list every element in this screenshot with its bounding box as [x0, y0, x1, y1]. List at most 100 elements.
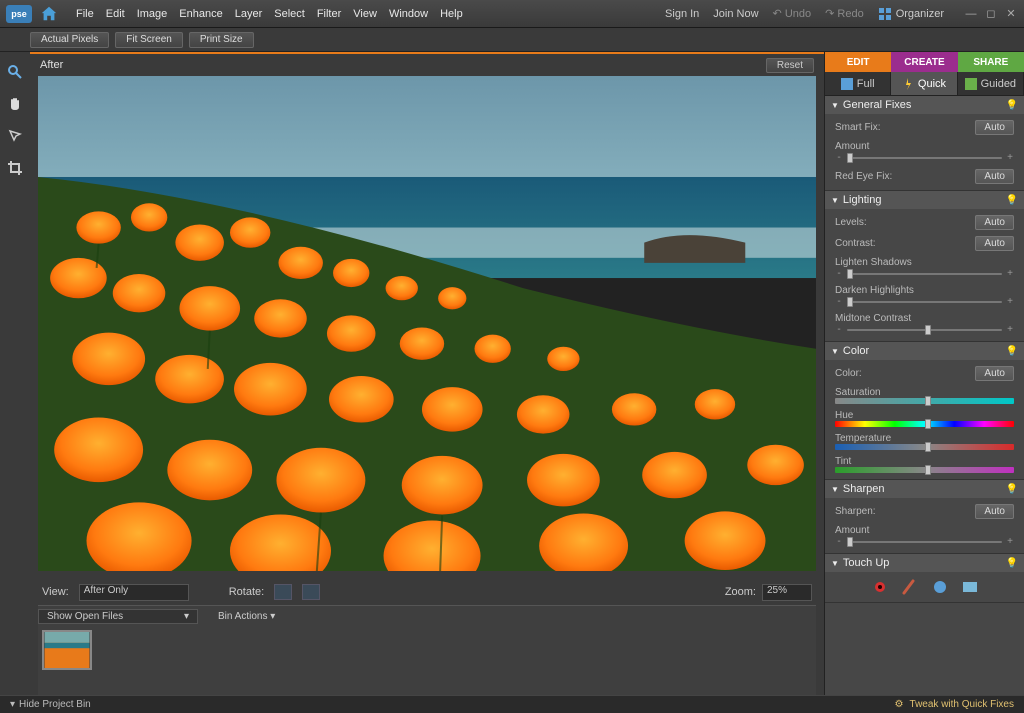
midtone-slider[interactable]: -+: [835, 324, 1014, 335]
color-label: Color:: [835, 368, 905, 379]
after-label: After: [40, 59, 63, 71]
maximize-button[interactable]: ◻: [984, 8, 998, 20]
sub-tab-guided[interactable]: Guided: [958, 72, 1024, 95]
redo-button[interactable]: ↷ Redo: [825, 7, 864, 20]
red-eye-label: Red Eye Fix:: [835, 171, 905, 182]
tip-icon[interactable]: 💡: [1006, 484, 1018, 495]
menu-filter[interactable]: Filter: [317, 8, 341, 20]
darken-slider[interactable]: -+: [835, 296, 1014, 307]
hue-slider[interactable]: [835, 421, 1014, 427]
panel-lighting: ▼Lighting💡 Levels:Auto Contrast:Auto Lig…: [825, 191, 1024, 342]
whiten-teeth-tool-icon[interactable]: [901, 578, 919, 596]
rotate-ccw-button[interactable]: [274, 584, 292, 600]
status-tip: Tweak with Quick Fixes: [910, 699, 1014, 710]
home-icon[interactable]: [38, 3, 60, 25]
menubar: pse File Edit Image Enhance Layer Select…: [0, 0, 1024, 28]
red-eye-tool-icon[interactable]: [871, 578, 889, 596]
lighten-slider[interactable]: -+: [835, 268, 1014, 279]
contrast-label: Contrast:: [835, 238, 905, 249]
midtone-label: Midtone Contrast: [835, 313, 911, 324]
hide-project-bin[interactable]: Hide Project Bin: [19, 699, 91, 710]
view-select[interactable]: After Only: [79, 584, 189, 601]
tip-icon[interactable]: 💡: [1006, 346, 1018, 357]
black-white-tool-icon[interactable]: [961, 578, 979, 596]
temperature-label: Temperature: [835, 433, 891, 444]
crop-tool-icon[interactable]: [5, 158, 25, 178]
gear-icon[interactable]: ⚙: [895, 699, 904, 710]
panel-head-sharpen[interactable]: ▼Sharpen💡: [825, 480, 1024, 498]
organizer-button[interactable]: Organizer: [878, 7, 944, 21]
panel-head-general[interactable]: ▼General Fixes💡: [825, 96, 1024, 114]
zoom-select[interactable]: 25%: [762, 584, 812, 601]
menu-select[interactable]: Select: [274, 8, 305, 20]
sub-tab-quick[interactable]: Quick: [891, 72, 957, 95]
hand-tool-icon[interactable]: [5, 94, 25, 114]
contrast-auto-button[interactable]: Auto: [975, 236, 1014, 251]
darken-label: Darken Highlights: [835, 285, 914, 296]
panel-head-touchup[interactable]: ▼Touch Up💡: [825, 554, 1024, 572]
project-bin: Show Open Files▾ Bin Actions ▾: [38, 605, 816, 695]
join-now-link[interactable]: Join Now: [713, 8, 758, 20]
image-viewport[interactable]: [38, 76, 816, 571]
panel-general-fixes: ▼General Fixes💡 Smart Fix:Auto Amount -+…: [825, 96, 1024, 191]
canvas-area: After Reset: [30, 52, 824, 695]
menu-image[interactable]: Image: [137, 8, 168, 20]
panel-touchup: ▼Touch Up💡: [825, 554, 1024, 603]
options-toolbar: Actual Pixels Fit Screen Print Size: [0, 28, 1024, 52]
reset-button[interactable]: Reset: [766, 58, 814, 73]
quick-select-tool-icon[interactable]: [5, 126, 25, 146]
bin-actions[interactable]: Bin Actions ▾: [218, 611, 275, 622]
tip-icon[interactable]: 💡: [1006, 558, 1018, 569]
levels-label: Levels:: [835, 217, 905, 228]
rotate-cw-button[interactable]: [302, 584, 320, 600]
temperature-slider[interactable]: [835, 444, 1014, 450]
smart-fix-amount-slider[interactable]: -+: [835, 152, 1014, 163]
tip-icon[interactable]: 💡: [1006, 195, 1018, 206]
mode-tab-create[interactable]: CREATE: [891, 52, 957, 72]
tip-icon[interactable]: 💡: [1006, 100, 1018, 111]
app-logo: pse: [6, 5, 32, 23]
menu-edit[interactable]: Edit: [106, 8, 125, 20]
sign-in-link[interactable]: Sign In: [665, 8, 699, 20]
zoom-tool-icon[interactable]: [5, 62, 25, 82]
mode-tab-share[interactable]: SHARE: [958, 52, 1024, 72]
menu-layer[interactable]: Layer: [235, 8, 263, 20]
panel-head-color[interactable]: ▼Color💡: [825, 342, 1024, 360]
print-size-button[interactable]: Print Size: [189, 32, 254, 48]
bin-filter-select[interactable]: Show Open Files▾: [38, 609, 198, 624]
bin-thumbnail[interactable]: [42, 630, 92, 670]
sharpen-amount-label: Amount: [835, 525, 869, 536]
tool-strip: [0, 52, 30, 695]
panel-color: ▼Color💡 Color: Auto Saturation Hue Temper…: [825, 342, 1024, 480]
panel-head-lighting[interactable]: ▼Lighting💡: [825, 191, 1024, 209]
red-eye-auto-button[interactable]: Auto: [975, 169, 1014, 184]
close-button[interactable]: ✕: [1004, 8, 1018, 20]
menu-help[interactable]: Help: [440, 8, 463, 20]
view-controls: View: After Only Rotate: Zoom: 25%: [30, 579, 824, 605]
menu-enhance[interactable]: Enhance: [179, 8, 222, 20]
saturation-slider[interactable]: [835, 398, 1014, 404]
sub-tab-full[interactable]: Full: [825, 72, 891, 95]
menu-view[interactable]: View: [353, 8, 377, 20]
blue-sky-tool-icon[interactable]: [931, 578, 949, 596]
smart-fix-auto-button[interactable]: Auto: [975, 120, 1014, 135]
fit-screen-button[interactable]: Fit Screen: [115, 32, 183, 48]
menu-file[interactable]: File: [76, 8, 94, 20]
tint-slider[interactable]: [835, 467, 1014, 473]
sharpen-label: Sharpen:: [835, 506, 905, 517]
zoom-label: Zoom:: [725, 586, 756, 598]
amount-label: Amount: [835, 141, 869, 152]
view-label: View:: [42, 586, 69, 598]
minimize-button[interactable]: —: [964, 8, 978, 20]
actual-pixels-button[interactable]: Actual Pixels: [30, 32, 109, 48]
saturation-label: Saturation: [835, 387, 881, 398]
sharpen-amount-slider[interactable]: -+: [835, 536, 1014, 547]
mode-tab-edit[interactable]: EDIT: [825, 52, 891, 72]
color-auto-button[interactable]: Auto: [975, 366, 1014, 381]
sharpen-auto-button[interactable]: Auto: [975, 504, 1014, 519]
undo-button[interactable]: ↶ Undo: [773, 7, 812, 20]
photo-content: [38, 76, 816, 571]
hue-label: Hue: [835, 410, 853, 421]
levels-auto-button[interactable]: Auto: [975, 215, 1014, 230]
menu-window[interactable]: Window: [389, 8, 428, 20]
